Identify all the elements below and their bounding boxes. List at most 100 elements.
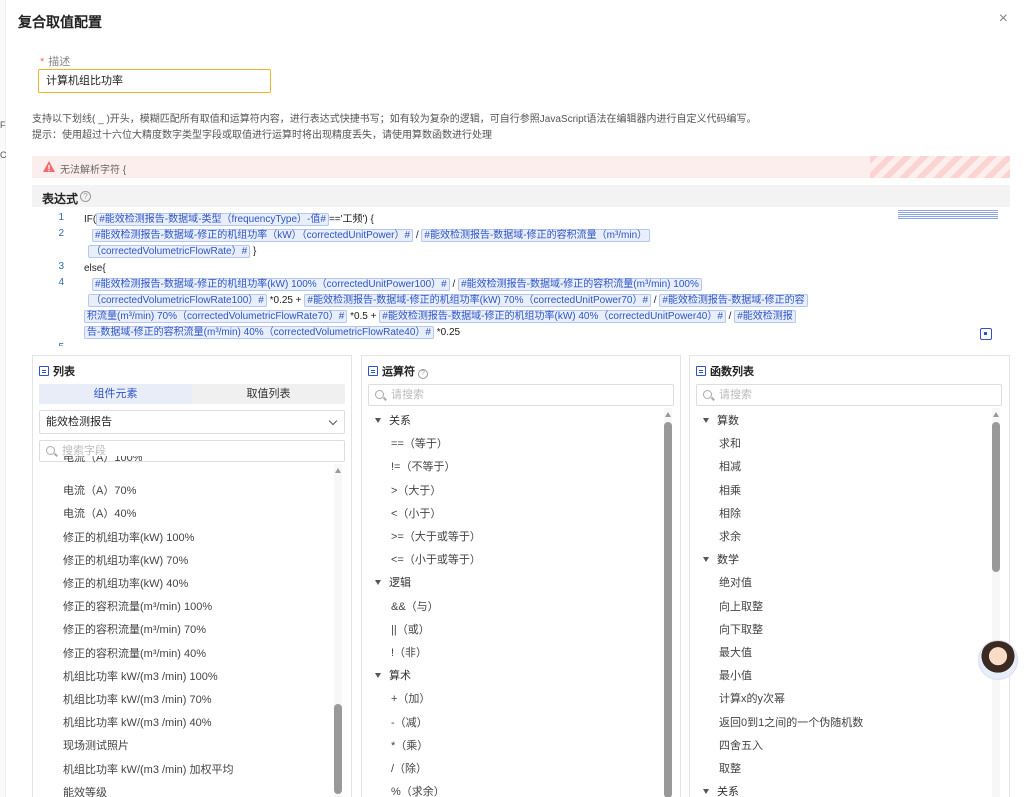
operator-group[interactable]: 逻辑 [375, 574, 411, 590]
function-search[interactable] [696, 384, 1002, 406]
caret-down-icon[interactable] [703, 557, 709, 563]
code-line[interactable]: 积流量(m³/min) 70%（correctedVolumetricFlowR… [84, 309, 796, 325]
expression-editor[interactable]: 1 2 3 4 5 IF(#能效检测报告-数据域-类型（frequencyTyp… [32, 208, 1010, 346]
function-group[interactable]: 关系 [703, 783, 739, 797]
operator-item[interactable]: -（减） [391, 714, 428, 730]
function-group[interactable]: 算数 [703, 412, 739, 428]
operator-item[interactable]: >（大于） [391, 482, 441, 498]
editor-minimap[interactable] [898, 210, 998, 220]
field-token[interactable]: #能效检测报告-数据域-修正的机组功率(kW) 100%（correctedUn… [92, 278, 450, 291]
operator-item[interactable]: !（非） [391, 644, 427, 660]
list-scroll-thumb[interactable] [334, 704, 342, 794]
operator-item[interactable]: ==（等于） [391, 435, 448, 451]
scroll-up-icon[interactable] [335, 468, 341, 473]
field-list-item[interactable]: 修正的机组功率(kW) 100% [63, 529, 194, 545]
field-list-item[interactable]: 机组比功率 kW/(m3 /min) 加权平均 [63, 761, 234, 777]
operator-group[interactable]: 算术 [375, 667, 411, 683]
hint-text-precision: 提示：使用超过十六位大精度数字类型字段或取值进行运算时将出现精度丢失，请使用算数… [32, 130, 492, 141]
function-item[interactable]: 相除 [719, 505, 741, 521]
function-item[interactable]: 相乘 [719, 482, 741, 498]
field-list-item[interactable]: 修正的机组功率(kW) 40% [63, 575, 188, 591]
function-scroll-thumb[interactable] [992, 422, 1000, 572]
field-list-item[interactable]: 电流（A）40% [63, 505, 136, 521]
field-list-item[interactable]: 修正的机组功率(kW) 70% [63, 552, 188, 568]
function-item[interactable]: 取整 [719, 760, 741, 776]
search-icon [46, 446, 55, 455]
close-icon[interactable]: × [999, 10, 1008, 28]
operator-group[interactable]: 关系 [375, 412, 411, 428]
code-line[interactable]: IF(#能效检测报告-数据域-类型（frequencyType）-值# =='工频… [84, 212, 374, 228]
field-list-item[interactable]: 机组比功率 kW/(m3 /min) 70% [63, 691, 212, 707]
operator-item[interactable]: &&（与） [391, 598, 439, 614]
field-token[interactable]: #能效检测报 [734, 310, 796, 323]
field-list-item[interactable]: 机组比功率 kW/(m3 /min) 100% [63, 668, 218, 684]
operator-search[interactable] [368, 384, 674, 406]
operator-item[interactable]: <=（小于或等于） [391, 551, 481, 567]
code-line[interactable]: #能效检测报告-数据域-修正的机组功率(kW) 100%（correctedUn… [92, 277, 702, 293]
tab-components[interactable]: 组件元素 [39, 384, 192, 404]
function-item[interactable]: 最小值 [719, 667, 752, 683]
field-token[interactable]: #能效检测报告-数据域-修正的机组功率（kW）（correctedUnitPow… [92, 229, 414, 242]
operator-item[interactable]: >=（大于或等于） [391, 528, 481, 544]
field-token[interactable]: #能效检测报告-数据域-修正的容 [659, 294, 808, 307]
function-item[interactable]: 向下取整 [719, 621, 763, 637]
operator-item[interactable]: %（求余） [391, 783, 445, 797]
report-select-value: 能效检测报告 [46, 416, 112, 428]
caret-down-icon[interactable] [703, 789, 709, 795]
field-list-item[interactable]: 电流（A）100% [63, 456, 142, 466]
function-item[interactable]: 绝对值 [719, 574, 752, 590]
tab-values[interactable]: 取值列表 [192, 384, 345, 404]
field-token[interactable]: #能效检测报告-数据域-修正的容积流量(m³/min) 100% [458, 278, 702, 291]
operator-item[interactable]: ||（或） [391, 621, 430, 637]
field-list-item[interactable]: 机组比功率 kW/(m3 /min) 40% [63, 714, 212, 730]
field-token[interactable]: 告-数据域-修正的容积流量(m³/min) 40%（correctedVolum… [84, 326, 434, 339]
caret-down-icon[interactable] [703, 418, 709, 423]
function-item[interactable]: 求余 [719, 528, 741, 544]
field-token[interactable]: #能效检测报告-数据域-修正的机组功率(kW) 40%（correctedUni… [379, 310, 726, 323]
operator-search-input[interactable] [391, 388, 635, 402]
operator-item[interactable]: /（除） [391, 760, 427, 776]
function-item[interactable]: 相减 [719, 458, 741, 474]
field-token[interactable]: #能效检测报告-数据域-修正的机组功率(kW) 70%（correctedUni… [304, 294, 652, 307]
code-line[interactable]: #能效检测报告-数据域-修正的机组功率（kW）（correctedUnitPow… [92, 228, 651, 244]
field-token[interactable]: 积流量(m³/min) 70%（correctedVolumetricFlowR… [84, 310, 348, 323]
caret-down-icon[interactable] [375, 418, 381, 423]
code-line[interactable]: （correctedVolumetricFlowRate100）# *0.25 … [88, 293, 808, 309]
field-token[interactable]: #能效检测报告-数据域-修正的容积流量（m³/min） [421, 229, 651, 242]
field-list-item[interactable]: 能效等级 [63, 784, 107, 797]
caret-down-icon[interactable] [375, 673, 381, 679]
report-select[interactable]: 能效检测报告 [39, 410, 345, 434]
expand-icon[interactable] [980, 328, 992, 340]
code-line[interactable]: （correctedVolumetricFlowRate）# } [88, 244, 256, 260]
operator-item[interactable]: *（乘） [391, 737, 428, 753]
function-item[interactable]: 向上取整 [719, 598, 763, 614]
function-group[interactable]: 数学 [703, 551, 739, 567]
field-list-item[interactable]: 修正的容积流量(m³/min) 70% [63, 621, 206, 637]
field-list-item[interactable]: 修正的容积流量(m³/min) 40% [63, 645, 206, 661]
function-item[interactable]: 四舍五入 [719, 737, 763, 753]
field-list-item[interactable]: 电流（A）70% [63, 482, 136, 498]
caret-down-icon[interactable] [375, 580, 381, 586]
assistant-avatar[interactable] [978, 640, 1018, 680]
scroll-up-icon[interactable] [665, 412, 671, 417]
function-item[interactable]: 返回0到1之间的一个伪随机数 [719, 714, 863, 730]
help-icon[interactable]: ? [80, 191, 91, 202]
code-line[interactable]: else{ [84, 261, 106, 277]
operator-scroll-thumb[interactable] [664, 422, 672, 797]
help-icon[interactable]: ? [418, 369, 428, 379]
function-search-input[interactable] [719, 388, 963, 402]
field-list-item[interactable]: 修正的容积流量(m³/min) 100% [63, 598, 212, 614]
field-token[interactable]: （correctedVolumetricFlowRate）# [88, 245, 251, 258]
description-input[interactable]: 计算机组比功率 [38, 69, 271, 93]
scroll-up-icon[interactable] [993, 412, 999, 417]
operator-item[interactable]: <（小于） [391, 505, 441, 521]
function-item[interactable]: 求和 [719, 435, 741, 451]
field-token[interactable]: #能效检测报告-数据域-类型（frequencyType）-值# [96, 213, 329, 226]
operator-item[interactable]: !=（不等于） [391, 458, 455, 474]
function-item[interactable]: 最大值 [719, 644, 752, 660]
function-item[interactable]: 计算x的y次幂 [719, 690, 785, 706]
field-list-item[interactable]: 现场测试照片 [63, 737, 129, 753]
code-line[interactable]: 告-数据域-修正的容积流量(m³/min) 40%（correctedVolum… [84, 325, 460, 341]
operator-item[interactable]: +（加） [391, 690, 430, 706]
field-token[interactable]: （correctedVolumetricFlowRate100）# [88, 294, 267, 307]
